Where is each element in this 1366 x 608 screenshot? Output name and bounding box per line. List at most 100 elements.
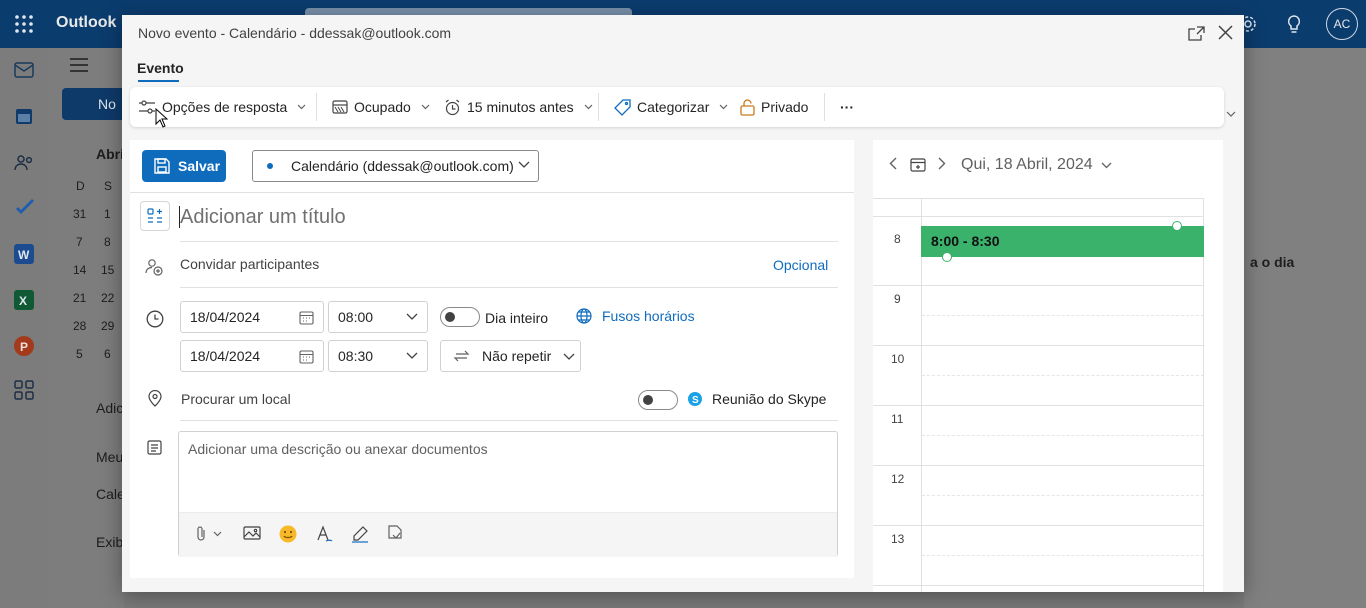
mini-date[interactable]: 14 <box>73 263 86 277</box>
optional-attendees-link[interactable]: Opcional <box>773 257 828 273</box>
all-day-toggle[interactable] <box>440 307 480 327</box>
reminder-dropdown[interactable]: 15 minutos antes <box>444 93 593 121</box>
title-input[interactable]: Adicionar um título <box>180 206 346 229</box>
alarm-clock-icon <box>444 99 461 116</box>
loop-component-icon[interactable] <box>387 525 403 543</box>
start-time-field[interactable]: 08:00 <box>328 301 428 333</box>
start-date-field[interactable]: 18/04/2024 <box>180 301 324 333</box>
chevron-down-icon <box>563 353 575 360</box>
dialog-title: Novo evento - Calendário - ddessak@outlo… <box>138 25 452 41</box>
description-editor[interactable]: Adicionar uma descrição ou anexar docume… <box>178 431 838 557</box>
mini-date[interactable]: 1 <box>104 207 111 221</box>
format-text-icon[interactable] <box>315 525 333 543</box>
day-date-picker[interactable]: Qui, 18 Abril, 2024 <box>961 156 1112 174</box>
start-date-value: 18/04/2024 <box>190 309 261 325</box>
end-date-field[interactable]: 18/04/2024 <box>180 340 324 372</box>
word-icon[interactable]: W <box>14 244 34 264</box>
divider <box>180 420 838 421</box>
signature-pen-icon[interactable] <box>351 525 369 543</box>
event-resize-handle-top[interactable] <box>1172 221 1182 231</box>
hour-label-8: 8 <box>894 232 901 246</box>
menu-icon[interactable] <box>70 58 88 72</box>
calendar-picker-icon[interactable] <box>299 349 314 364</box>
people-icon[interactable] <box>14 154 34 172</box>
calendar-icon[interactable] <box>14 106 34 126</box>
mini-date[interactable]: 29 <box>101 319 114 333</box>
event-template-icon[interactable] <box>140 201 170 231</box>
brand-label: Outlook <box>56 14 117 31</box>
weekday-d: D <box>76 179 85 193</box>
svg-text:P: P <box>20 340 28 354</box>
day-view-panel: Qui, 18 Abril, 2024 8 9 10 11 12 13 8:00… <box>873 140 1223 592</box>
todo-icon[interactable] <box>14 198 36 218</box>
next-day-icon[interactable] <box>938 157 946 170</box>
divider <box>180 241 838 242</box>
end-time-field[interactable]: 08:30 <box>328 340 428 372</box>
attach-icon[interactable] <box>195 525 223 542</box>
mouse-cursor-icon <box>155 108 168 128</box>
tab-evento[interactable]: Evento <box>137 60 184 76</box>
mini-date[interactable]: 15 <box>101 263 114 277</box>
mini-date[interactable]: 5 <box>76 347 83 361</box>
half-hour-line <box>922 555 1204 556</box>
repeat-dropdown[interactable]: Não repetir <box>440 340 581 372</box>
powerpoint-icon[interactable]: P <box>14 336 34 356</box>
hour-label-10: 10 <box>891 352 905 366</box>
insert-image-icon[interactable] <box>243 525 261 541</box>
invite-attendees-input[interactable]: Convidar participantes <box>180 256 319 272</box>
ribbon-expand-icon[interactable] <box>1226 111 1236 117</box>
grid-line <box>873 465 1204 466</box>
lightbulb-icon[interactable] <box>1285 14 1303 34</box>
description-toolbar <box>179 512 837 557</box>
svg-text:W: W <box>18 248 30 262</box>
repeat-icon <box>453 349 470 363</box>
event-resize-handle-bottom[interactable] <box>942 252 952 262</box>
mini-date[interactable]: 28 <box>73 319 86 333</box>
close-icon[interactable] <box>1218 25 1233 40</box>
save-button[interactable]: Salvar <box>142 150 226 182</box>
mini-date[interactable]: 7 <box>76 235 83 249</box>
grid-line <box>873 585 1204 586</box>
add-calendar-link[interactable]: Adic <box>96 400 123 416</box>
mini-date[interactable]: 21 <box>73 291 86 305</box>
mail-icon[interactable] <box>14 62 34 78</box>
skype-meeting-toggle[interactable] <box>638 390 678 410</box>
busy-dropdown[interactable]: Ocupado <box>332 93 430 121</box>
calendar-select[interactable]: Calendário (ddessak@outlook.com) <box>252 150 539 182</box>
mini-date[interactable]: 31 <box>73 207 86 221</box>
more-apps-icon[interactable] <box>14 380 34 400</box>
avatar[interactable]: AC <box>1326 8 1358 40</box>
mini-date[interactable]: 22 <box>101 291 114 305</box>
add-people-icon <box>145 258 163 276</box>
event-block[interactable]: 8:00 - 8:30 <box>921 226 1204 257</box>
svg-text:X: X <box>19 294 27 308</box>
start-time-value: 08:00 <box>338 309 374 325</box>
mini-date[interactable]: 6 <box>104 347 111 361</box>
ribbon-divider <box>598 93 599 121</box>
calendar-color-dot <box>267 163 273 169</box>
half-hour-line <box>922 495 1204 496</box>
response-options-label: Opções de resposta <box>162 99 288 115</box>
calendar-item[interactable]: Cale <box>96 486 125 502</box>
all-day-label: Dia inteiro <box>485 310 549 326</box>
emoji-icon[interactable] <box>279 525 297 543</box>
show-more-link[interactable]: Exib <box>96 534 123 550</box>
previous-day-icon[interactable] <box>889 157 897 170</box>
app-launcher-icon[interactable] <box>14 14 34 34</box>
popout-icon[interactable] <box>1188 26 1205 41</box>
go-to-today-icon[interactable] <box>910 157 926 172</box>
location-input[interactable]: Procurar um local <box>181 391 291 407</box>
description-input[interactable]: Adicionar uma descrição ou anexar docume… <box>188 441 488 457</box>
app-rail: W X P <box>0 48 48 608</box>
private-button[interactable]: Privado <box>740 93 808 121</box>
excel-icon[interactable]: X <box>14 290 34 310</box>
mini-date[interactable]: 8 <box>104 235 111 249</box>
calendar-picker-icon[interactable] <box>299 310 314 325</box>
time-zones-link[interactable]: Fusos horários <box>576 308 695 324</box>
grid-line <box>873 285 1204 286</box>
day-time-grid[interactable]: 8 9 10 11 12 13 8:00 - 8:30 <box>873 198 1204 592</box>
hour-label-13: 13 <box>891 532 905 546</box>
weekday-s: S <box>104 179 113 193</box>
more-options-button[interactable]: ··· <box>840 93 854 121</box>
categorize-dropdown[interactable]: Categorizar <box>614 93 728 121</box>
